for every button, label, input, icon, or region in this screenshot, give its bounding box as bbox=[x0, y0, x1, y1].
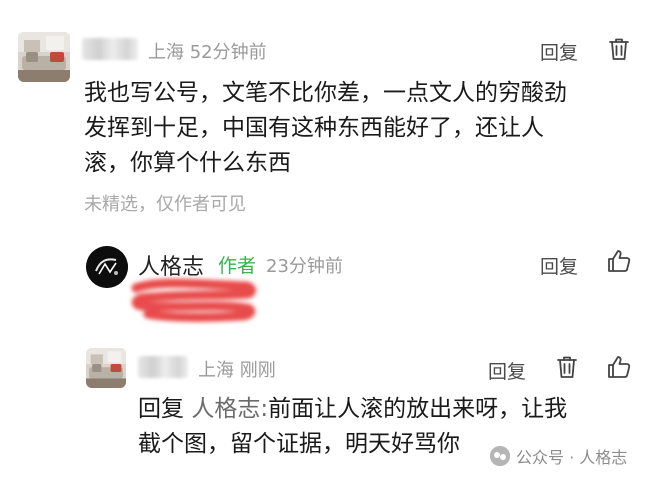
comment-line: 滚，你算个什么东西 bbox=[84, 150, 291, 176]
thumbs-up-icon[interactable] bbox=[606, 248, 632, 274]
comment-location: 上海 bbox=[148, 42, 184, 63]
watermark-text: 公众号 · 人格志 bbox=[516, 448, 628, 467]
comment-line-text: 前面让人滚的放出来呀，让我 bbox=[268, 396, 568, 422]
author-badge: 作者 bbox=[218, 255, 257, 277]
trash-icon[interactable] bbox=[554, 354, 580, 380]
comment-line: 回复 人格志:前面让人滚的放出来呀，让我 bbox=[138, 392, 567, 427]
comment-meta: 上海 刚刚 bbox=[198, 356, 276, 382]
reply-button[interactable]: 回复 bbox=[488, 357, 526, 384]
avatar[interactable] bbox=[86, 348, 126, 388]
comment-meta: 上海 52分钟前 bbox=[148, 38, 267, 64]
redacted-username bbox=[82, 38, 138, 60]
comment-body: 我也写公号，文笔不比你差，一点文人的穷酸劲 发挥到十足，中国有这种东西能好了，还… bbox=[84, 76, 567, 181]
status-note: 未精选，仅作者可见 bbox=[84, 194, 246, 215]
avatar[interactable] bbox=[18, 32, 70, 82]
author-name[interactable]: 人格志 bbox=[138, 249, 204, 281]
wechat-official-account-icon bbox=[490, 446, 510, 466]
comment-time: 刚刚 bbox=[239, 360, 276, 381]
comment-line: 我也写公号，文笔不比你差，一点文人的穷酸劲 bbox=[84, 80, 567, 106]
thumbs-up-icon[interactable] bbox=[606, 354, 632, 380]
comment-line: 发挥到十足，中国有这种东西能好了，还让人 bbox=[84, 115, 544, 141]
reply-target[interactable]: 人格志: bbox=[191, 396, 268, 422]
comment-time: 52分钟前 bbox=[189, 42, 267, 63]
comment-time: 23分钟前 bbox=[266, 256, 343, 277]
redacted-reply-text bbox=[128, 278, 258, 326]
reply-button[interactable]: 回复 bbox=[540, 38, 578, 65]
trash-icon[interactable] bbox=[606, 36, 632, 62]
comment-location: 上海 bbox=[198, 360, 234, 381]
reply-button[interactable]: 回复 bbox=[540, 252, 578, 279]
redacted-username bbox=[138, 356, 188, 378]
author-avatar[interactable] bbox=[86, 246, 128, 288]
reply-prefix: 回复 bbox=[138, 396, 184, 422]
watermark: 公众号 · 人格志 bbox=[490, 444, 627, 468]
